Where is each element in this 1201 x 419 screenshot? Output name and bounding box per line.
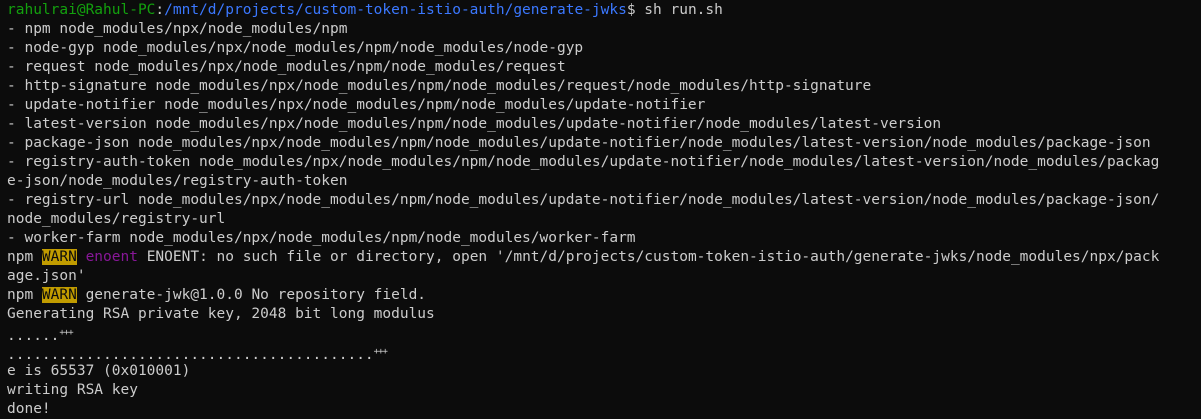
warn-message: generate-jwk@1.0.0 No repository field. (76, 287, 427, 303)
output-line-module: - latest-version node_modules/npx/node_m… (7, 116, 942, 132)
warn-badge: WARN (41, 287, 77, 303)
npm-warn-repo-line: npm WARN generate-jwk@1.0.0 No repositor… (7, 286, 1201, 305)
progress-dots: ........................................… (7, 347, 374, 362)
prompt-user-host: rahulrai@Rahul-PC (7, 2, 156, 18)
keygen-writing: writing RSA key (7, 382, 138, 398)
npm-prefix: npm (7, 287, 42, 303)
output-line-module: - registry-url node_modules/npx/node_mod… (7, 192, 1160, 208)
output-line-module: - update-notifier node_modules/npx/node_… (7, 97, 706, 113)
prompt-path: /mnt/d/projects/custom-token-istio-auth/… (164, 2, 627, 18)
prompt-line: rahulrai@Rahul-PC:/mnt/d/projects/custom… (7, 1, 1201, 20)
output-line-module-wrap: e-json/node_modules/registry-auth-token (7, 173, 348, 189)
enoent-code: enoent (85, 249, 138, 265)
output-line-module: - package-json node_modules/npx/node_mod… (7, 135, 1151, 151)
npm-warn-enoent-wrap: age.json' (7, 268, 86, 284)
output-line-module: - npm node_modules/npx/node_modules/npm (7, 21, 348, 37)
prompt-command: sh run.sh (644, 2, 723, 18)
warn-message: ENOENT: no such file or directory, open … (137, 249, 1160, 265)
npm-prefix: npm (7, 249, 42, 265)
output-line-module: - request node_modules/npx/node_modules/… (7, 59, 566, 75)
keygen-header: Generating RSA private key, 2048 bit lon… (7, 306, 435, 322)
output-line-module-wrap: node_modules/registry-url (7, 211, 226, 227)
progress-dots: ...... (7, 328, 60, 343)
keygen-progress: ......+++ (7, 324, 1201, 343)
progress-plus: +++ (59, 328, 73, 338)
progress-plus: +++ (373, 347, 388, 357)
keygen-done: done! (7, 401, 51, 417)
keygen-exponent: e is 65537 (0x010001) (7, 363, 191, 379)
prompt-separator: : (155, 2, 165, 18)
terminal-window[interactable]: rahulrai@Rahul-PC:/mnt/d/projects/custom… (0, 0, 1201, 418)
output-line-module: - worker-farm node_modules/npx/node_modu… (7, 230, 636, 246)
npm-warn-enoent-line: npm WARN enoent ENOENT: no such file or … (7, 248, 1201, 267)
prompt-symbol: $ (626, 2, 645, 18)
output-line-module: - http-signature node_modules/npx/node_m… (7, 78, 872, 94)
warn-badge: WARN (41, 249, 77, 265)
output-line-module: - node-gyp node_modules/npx/node_modules… (7, 40, 584, 56)
keygen-progress: ........................................… (7, 343, 1201, 362)
output-line-module: - registry-auth-token node_modules/npx/n… (7, 154, 1160, 170)
